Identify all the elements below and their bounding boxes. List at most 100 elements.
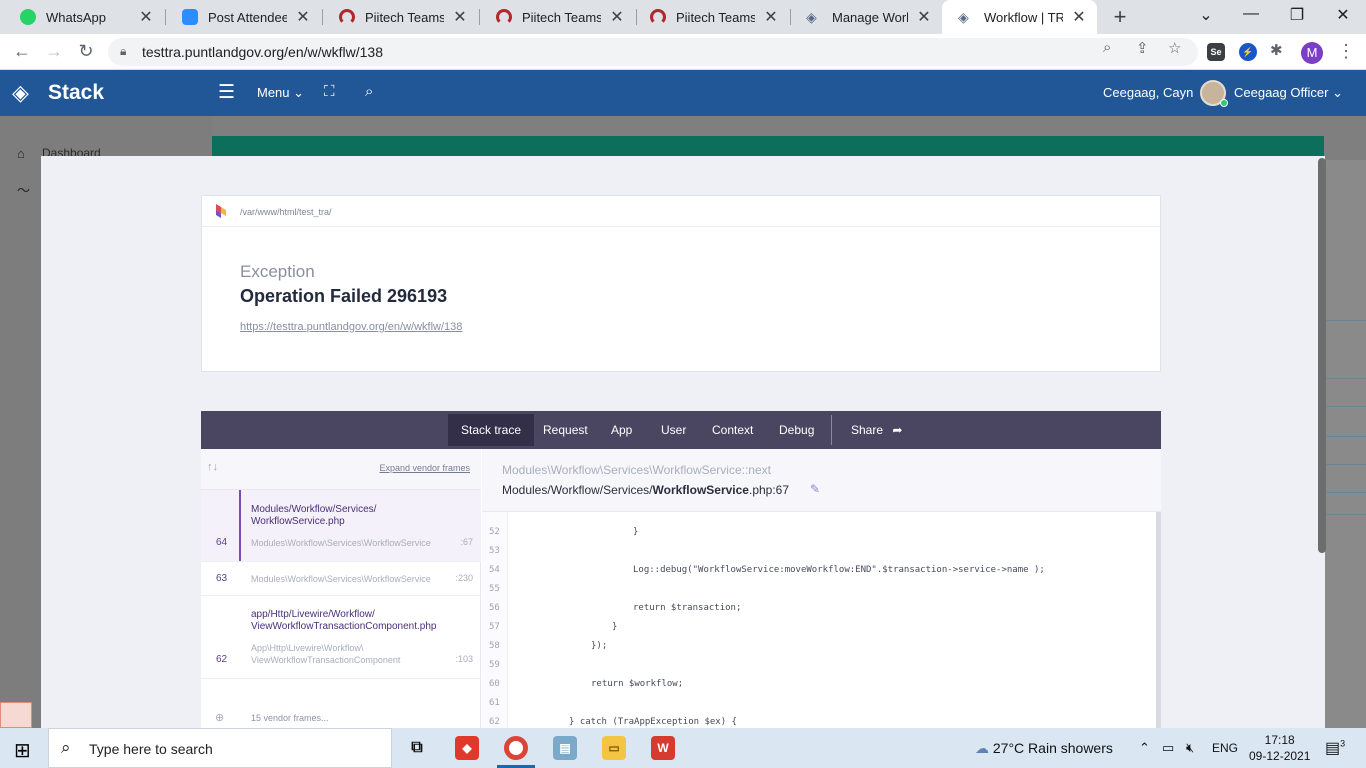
ignition-icon[interactable] — [0, 702, 32, 728]
zoom-magnifier-icon[interactable]: ⌕ — [1103, 39, 1111, 56]
system-clock[interactable]: 17:18 09-12-2021 — [1249, 732, 1310, 764]
close-tab-icon[interactable]: ✕ — [452, 7, 468, 27]
user-role: Ceegaag Officer — [1234, 85, 1329, 100]
browser-tab-whatsapp[interactable]: WhatsApp ✕ — [4, 0, 164, 34]
clock-time: 17:18 — [1264, 733, 1295, 747]
close-window-button[interactable]: ✕ — [1323, 5, 1363, 25]
anydesk-icon[interactable]: ◆ — [455, 736, 479, 760]
tab-user[interactable]: User — [648, 414, 699, 446]
network-icon[interactable]: ▭ — [1162, 740, 1174, 756]
share-label: Share — [851, 423, 884, 437]
code-scrollbar[interactable] — [1156, 512, 1161, 728]
stack-logo-icon[interactable]: ◈ — [12, 80, 29, 106]
sort-arrows-icon[interactable]: ↑↓ — [207, 461, 218, 473]
extensions-puzzle-icon[interactable]: ✱ — [1270, 41, 1283, 59]
close-tab-icon[interactable]: ✕ — [763, 7, 779, 27]
browser-tab-piitech-3[interactable]: Piitech Teams Po ✕ — [634, 0, 789, 34]
new-tab-button[interactable]: + — [1108, 4, 1132, 30]
tray-chevron-up-icon[interactable]: ⌃ — [1139, 740, 1150, 756]
tab-search-chevron-icon[interactable]: ⌄ — [1186, 5, 1226, 25]
close-tab-icon[interactable]: ✕ — [1071, 7, 1087, 27]
file-explorer-icon[interactable]: ▭ — [602, 736, 626, 760]
browser-tab-strip: WhatsApp ✕ Post Attendee - Z ✕ Piitech T… — [0, 0, 1366, 34]
expand-vendor-frames-link[interactable]: Expand vendor frames — [379, 463, 470, 473]
menu-label: Menu — [257, 85, 290, 100]
close-tab-icon[interactable]: ✕ — [138, 7, 154, 27]
browser-tab-piitech-1[interactable]: Piitech Teams Po ✕ — [323, 0, 478, 34]
tab-request[interactable]: Request — [530, 414, 601, 446]
line-source: } — [633, 527, 639, 537]
request-url-link[interactable]: https://testtra.puntlandgov.org/en/w/wkf… — [240, 321, 462, 333]
windows-start-icon[interactable]: ⊞ — [14, 738, 31, 763]
close-tab-icon[interactable]: ✕ — [609, 7, 625, 27]
piitech-icon — [650, 9, 666, 25]
background-divider — [1325, 464, 1366, 465]
wps-office-icon[interactable]: W — [651, 736, 675, 760]
weather-widget[interactable]: ☁ 27°C Rain showers — [975, 740, 1113, 757]
stack-frame[interactable]: 63 Modules\Workflow\Services\WorkflowSer… — [201, 562, 481, 596]
volume-muted-icon[interactable]: 🔇︎ — [1186, 740, 1194, 756]
background-divider — [1325, 378, 1366, 379]
browser-tab-manage-workflow[interactable]: ◈ Manage Workflow ✕ — [790, 0, 942, 34]
close-tab-icon[interactable]: ✕ — [295, 7, 311, 27]
chrome-icon[interactable] — [504, 736, 528, 760]
menu-dropdown[interactable]: Menu ⌄ — [257, 85, 304, 101]
tab-debug[interactable]: Debug — [766, 414, 827, 446]
piitech-icon — [339, 9, 355, 25]
plus-circle-icon: ⊕ — [215, 712, 225, 724]
tab-stack-trace[interactable]: Stack trace — [448, 414, 535, 446]
vendor-frames-label: 15 vendor frames... — [251, 713, 329, 723]
stack-frame-selected[interactable]: Modules/Workflow/Services/ WorkflowServi… — [201, 490, 481, 562]
address-bar[interactable]: 🔒︎ testtra.puntlandgov.org/en/w/wkflw/13… — [108, 38, 1198, 66]
stack-frame[interactable]: app/Http/Livewire/Workflow/ ViewWorkflow… — [201, 596, 481, 679]
back-arrow-icon[interactable]: ← — [11, 41, 33, 62]
extension-bolt-icon[interactable]: ⚡ — [1239, 43, 1257, 61]
frame-file-line: WorkflowService.php — [251, 516, 345, 527]
language-indicator[interactable]: ENG — [1212, 741, 1238, 755]
taskbar-search-box[interactable]: ⌕ Type here to search — [48, 728, 392, 768]
user-role-dropdown[interactable]: Ceegaag Officer ⌄ — [1234, 85, 1343, 101]
stack-frames-list: ↑↓ Expand vendor frames Modules/Workflow… — [201, 449, 481, 728]
tab-title: Piitech Teams Po — [365, 9, 444, 25]
app-path: /var/www/html/test_tra/ — [240, 207, 332, 217]
profile-avatar[interactable]: M — [1301, 42, 1323, 64]
browser-tab-zoom[interactable]: Post Attendee - Z ✕ — [166, 0, 321, 34]
hamburger-icon[interactable]: ☰ — [218, 81, 235, 104]
bookmark-star-icon[interactable]: ☆ — [1168, 39, 1181, 57]
url-text[interactable]: testtra.puntlandgov.org/en/w/wkflw/138 — [142, 44, 383, 60]
forward-arrow-icon[interactable]: → — [43, 41, 65, 62]
line-number: 57 — [489, 622, 500, 632]
ignition-logo-icon — [216, 204, 226, 218]
tab-app[interactable]: App — [598, 414, 645, 446]
close-tab-icon[interactable]: ✕ — [916, 7, 932, 27]
minimize-window-button[interactable]: — — [1231, 5, 1271, 23]
task-view-icon[interactable]: ⧉ — [405, 736, 429, 760]
reload-icon[interactable]: ↻ — [75, 41, 97, 62]
code-line: 56 return $transaction; — [482, 599, 1161, 618]
app-brand[interactable]: Stack — [48, 81, 104, 105]
search-icon[interactable]: ⌕ — [365, 83, 373, 100]
tab-context[interactable]: Context — [699, 414, 766, 446]
restore-window-button[interactable]: ❐ — [1277, 5, 1317, 25]
browser-tab-piitech-2[interactable]: Piitech Teams Po ✕ — [480, 0, 635, 34]
share-button[interactable]: Share ➦ — [838, 414, 915, 446]
selenium-extension-icon[interactable]: Se — [1207, 43, 1225, 61]
line-number: 54 — [489, 565, 500, 575]
notifications-icon[interactable]: ▤3 — [1325, 738, 1345, 758]
lock-icon[interactable]: 🔒︎ — [120, 44, 126, 59]
share-icon[interactable]: ⇪ — [1136, 39, 1149, 57]
code-line: 55 — [482, 580, 1161, 599]
browser-tab-workflow-active[interactable]: ◈ Workflow | TRA A ✕ — [942, 0, 1097, 34]
background-banner — [212, 136, 1324, 158]
frame-line: :103 — [455, 654, 473, 664]
background-panel — [1325, 160, 1366, 728]
notes-app-icon[interactable]: ▤ — [553, 736, 577, 760]
chrome-menu-icon[interactable]: ⋮ — [1337, 41, 1355, 62]
modal-scrollbar[interactable] — [1318, 158, 1326, 553]
weather-text: 27°C Rain showers — [992, 740, 1113, 756]
pencil-edit-icon[interactable]: ✎ — [810, 482, 820, 496]
zoom-icon — [182, 9, 198, 25]
vendor-frames-toggle[interactable]: ⊕ 15 vendor frames... — [201, 699, 481, 728]
fullscreen-icon[interactable]: ⛶ — [324, 83, 335, 100]
tab-title: Piitech Teams Po — [676, 9, 755, 25]
